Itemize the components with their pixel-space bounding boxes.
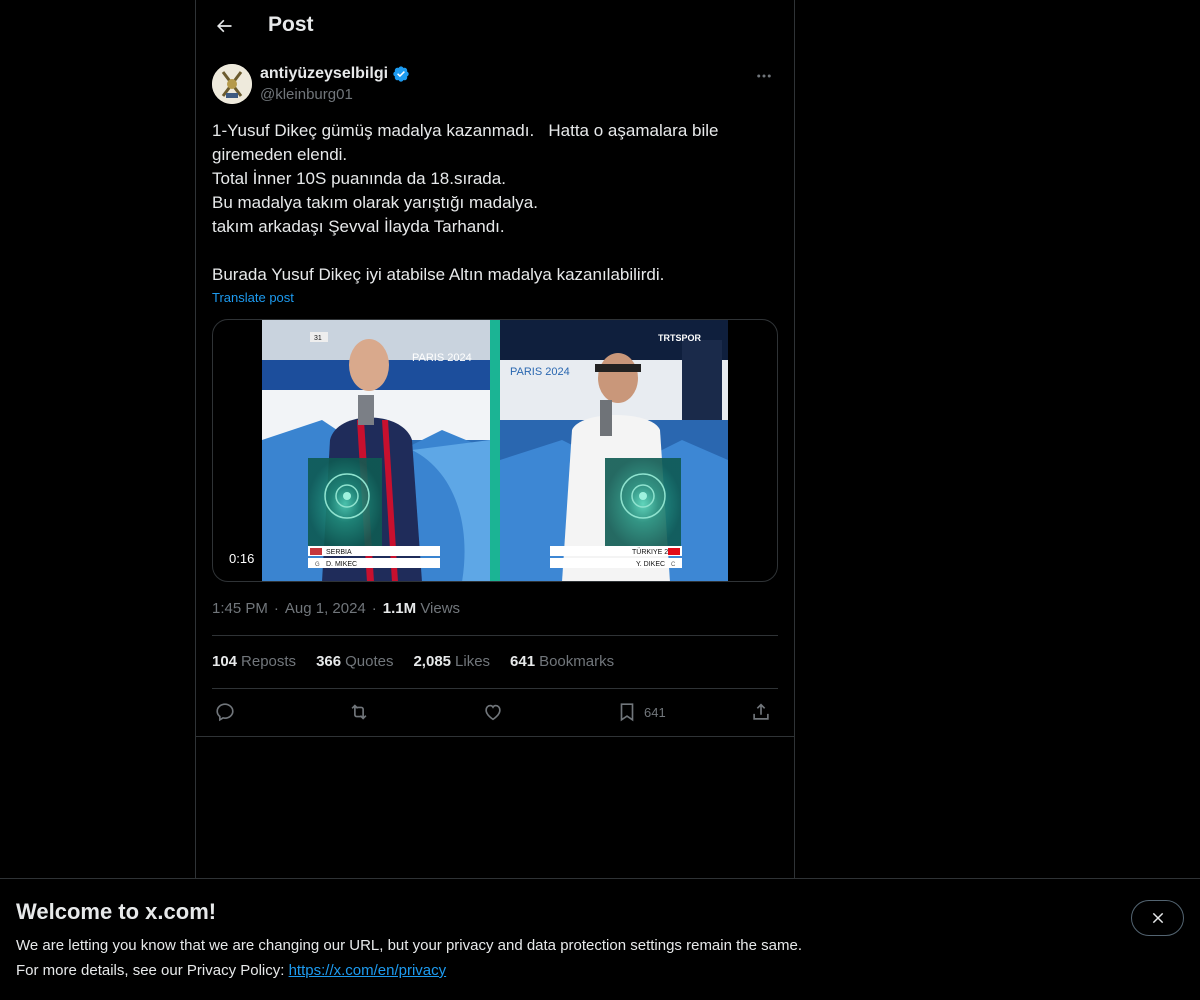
post-stats: 104 Reposts 366 Quotes 2,085 Likes 641 B… bbox=[212, 653, 614, 670]
video-thumbnail: SERBIA D. MIKEC G 31 PARIS 2024 TÜRKIYE … bbox=[262, 320, 728, 581]
avatar-emblem bbox=[212, 64, 252, 104]
banner-policy-prefix: For more details, see our Privacy Policy… bbox=[16, 962, 289, 979]
share-button[interactable] bbox=[750, 700, 772, 724]
post-author: antiyüzeyselbilgi @kleinburg01 bbox=[212, 64, 778, 108]
post-time[interactable]: 1:45 PM bbox=[212, 600, 268, 617]
views-count: 1.1M bbox=[382, 600, 417, 617]
more-icon bbox=[757, 74, 771, 78]
meta-separator-2: · bbox=[371, 600, 377, 617]
left-athlete-label: D. MIKEC bbox=[326, 561, 357, 568]
like-icon bbox=[485, 704, 501, 721]
like-button[interactable] bbox=[482, 700, 504, 724]
reply-icon bbox=[216, 703, 234, 722]
more-button[interactable] bbox=[750, 64, 778, 88]
post-bottom-border bbox=[196, 736, 794, 737]
verified-badge-icon bbox=[393, 66, 409, 82]
likes-count: 2,085 bbox=[413, 653, 452, 670]
post-date[interactable]: Aug 1, 2024 bbox=[285, 600, 366, 617]
left-paris-banner: PARIS 2024 bbox=[412, 352, 472, 364]
right-country-label: TÜRKIYE 2 bbox=[632, 548, 668, 556]
right-letter-label: C bbox=[671, 562, 676, 568]
share-icon bbox=[753, 703, 769, 720]
broadcaster-logo: TRTSPOR bbox=[658, 333, 702, 343]
post-text: 1-Yusuf Dikeç gümüş madalya kazanmadı. H… bbox=[212, 121, 719, 284]
banner-title: Welcome to x.com! bbox=[16, 899, 217, 924]
bookmark-icon bbox=[620, 703, 634, 722]
quotes-count: 366 bbox=[316, 653, 342, 670]
bookmark-count: 641 bbox=[644, 704, 666, 720]
meta-separator: · bbox=[273, 600, 279, 617]
banner-policy-line: For more details, see our Privacy Policy… bbox=[16, 962, 446, 979]
close-icon bbox=[1152, 912, 1163, 924]
bookmarks-stat[interactable]: 641 Bookmarks bbox=[510, 653, 614, 670]
right-paris-banner: PARIS 2024 bbox=[510, 366, 570, 378]
main-column: Post antiyüzeyselbilgi @kleinburg01 1-Yu… bbox=[195, 0, 795, 1000]
back-arrow-icon bbox=[217, 19, 232, 33]
repost-icon bbox=[351, 704, 367, 720]
left-country-label: SERBIA bbox=[326, 549, 352, 556]
display-name-text: antiyüzeyselbilgi bbox=[260, 65, 389, 82]
privacy-policy-link[interactable]: https://x.com/en/privacy bbox=[289, 962, 447, 979]
views-label: Views bbox=[420, 600, 461, 617]
handle[interactable]: @kleinburg01 bbox=[260, 86, 353, 103]
translate-post-link[interactable]: Translate post bbox=[212, 290, 294, 305]
reposts-label: Reposts bbox=[241, 653, 297, 670]
divider-top bbox=[212, 635, 778, 636]
divider-bottom bbox=[212, 688, 778, 689]
header: Post bbox=[196, 0, 794, 53]
quotes-stat[interactable]: 366 Quotes bbox=[316, 653, 393, 670]
repost-button[interactable] bbox=[348, 700, 370, 724]
likes-label: Likes bbox=[455, 653, 491, 670]
quotes-label: Quotes bbox=[345, 653, 394, 670]
action-bar: 641 bbox=[212, 700, 778, 726]
bookmark-button[interactable]: 641 bbox=[616, 700, 666, 724]
page-title: Post bbox=[268, 13, 314, 36]
left-letter-label: G bbox=[315, 562, 320, 568]
welcome-banner: Welcome to x.com! We are letting you kno… bbox=[0, 878, 1200, 1000]
left-badge-label: 31 bbox=[314, 335, 322, 342]
right-athlete-label: Y. DIKEC bbox=[636, 561, 665, 568]
bookmarks-count: 641 bbox=[510, 653, 536, 670]
post-meta: 1:45 PM · Aug 1, 2024 · 1.1M Views bbox=[212, 600, 460, 617]
banner-message: We are letting you know that we are chan… bbox=[16, 937, 802, 954]
bookmarks-label: Bookmarks bbox=[539, 653, 615, 670]
video-duration: 0:16 bbox=[223, 549, 261, 568]
likes-stat[interactable]: 2,085 Likes bbox=[413, 653, 490, 670]
reply-button[interactable] bbox=[214, 700, 236, 724]
reposts-count: 104 bbox=[212, 653, 238, 670]
avatar[interactable] bbox=[212, 64, 252, 104]
back-button[interactable] bbox=[206, 8, 242, 44]
display-name[interactable]: antiyüzeyselbilgi bbox=[260, 65, 410, 83]
video-player[interactable]: SERBIA D. MIKEC G 31 PARIS 2024 TÜRKIYE … bbox=[212, 319, 778, 582]
close-banner-button[interactable] bbox=[1131, 900, 1184, 936]
reposts-stat[interactable]: 104 Reposts bbox=[212, 653, 296, 670]
